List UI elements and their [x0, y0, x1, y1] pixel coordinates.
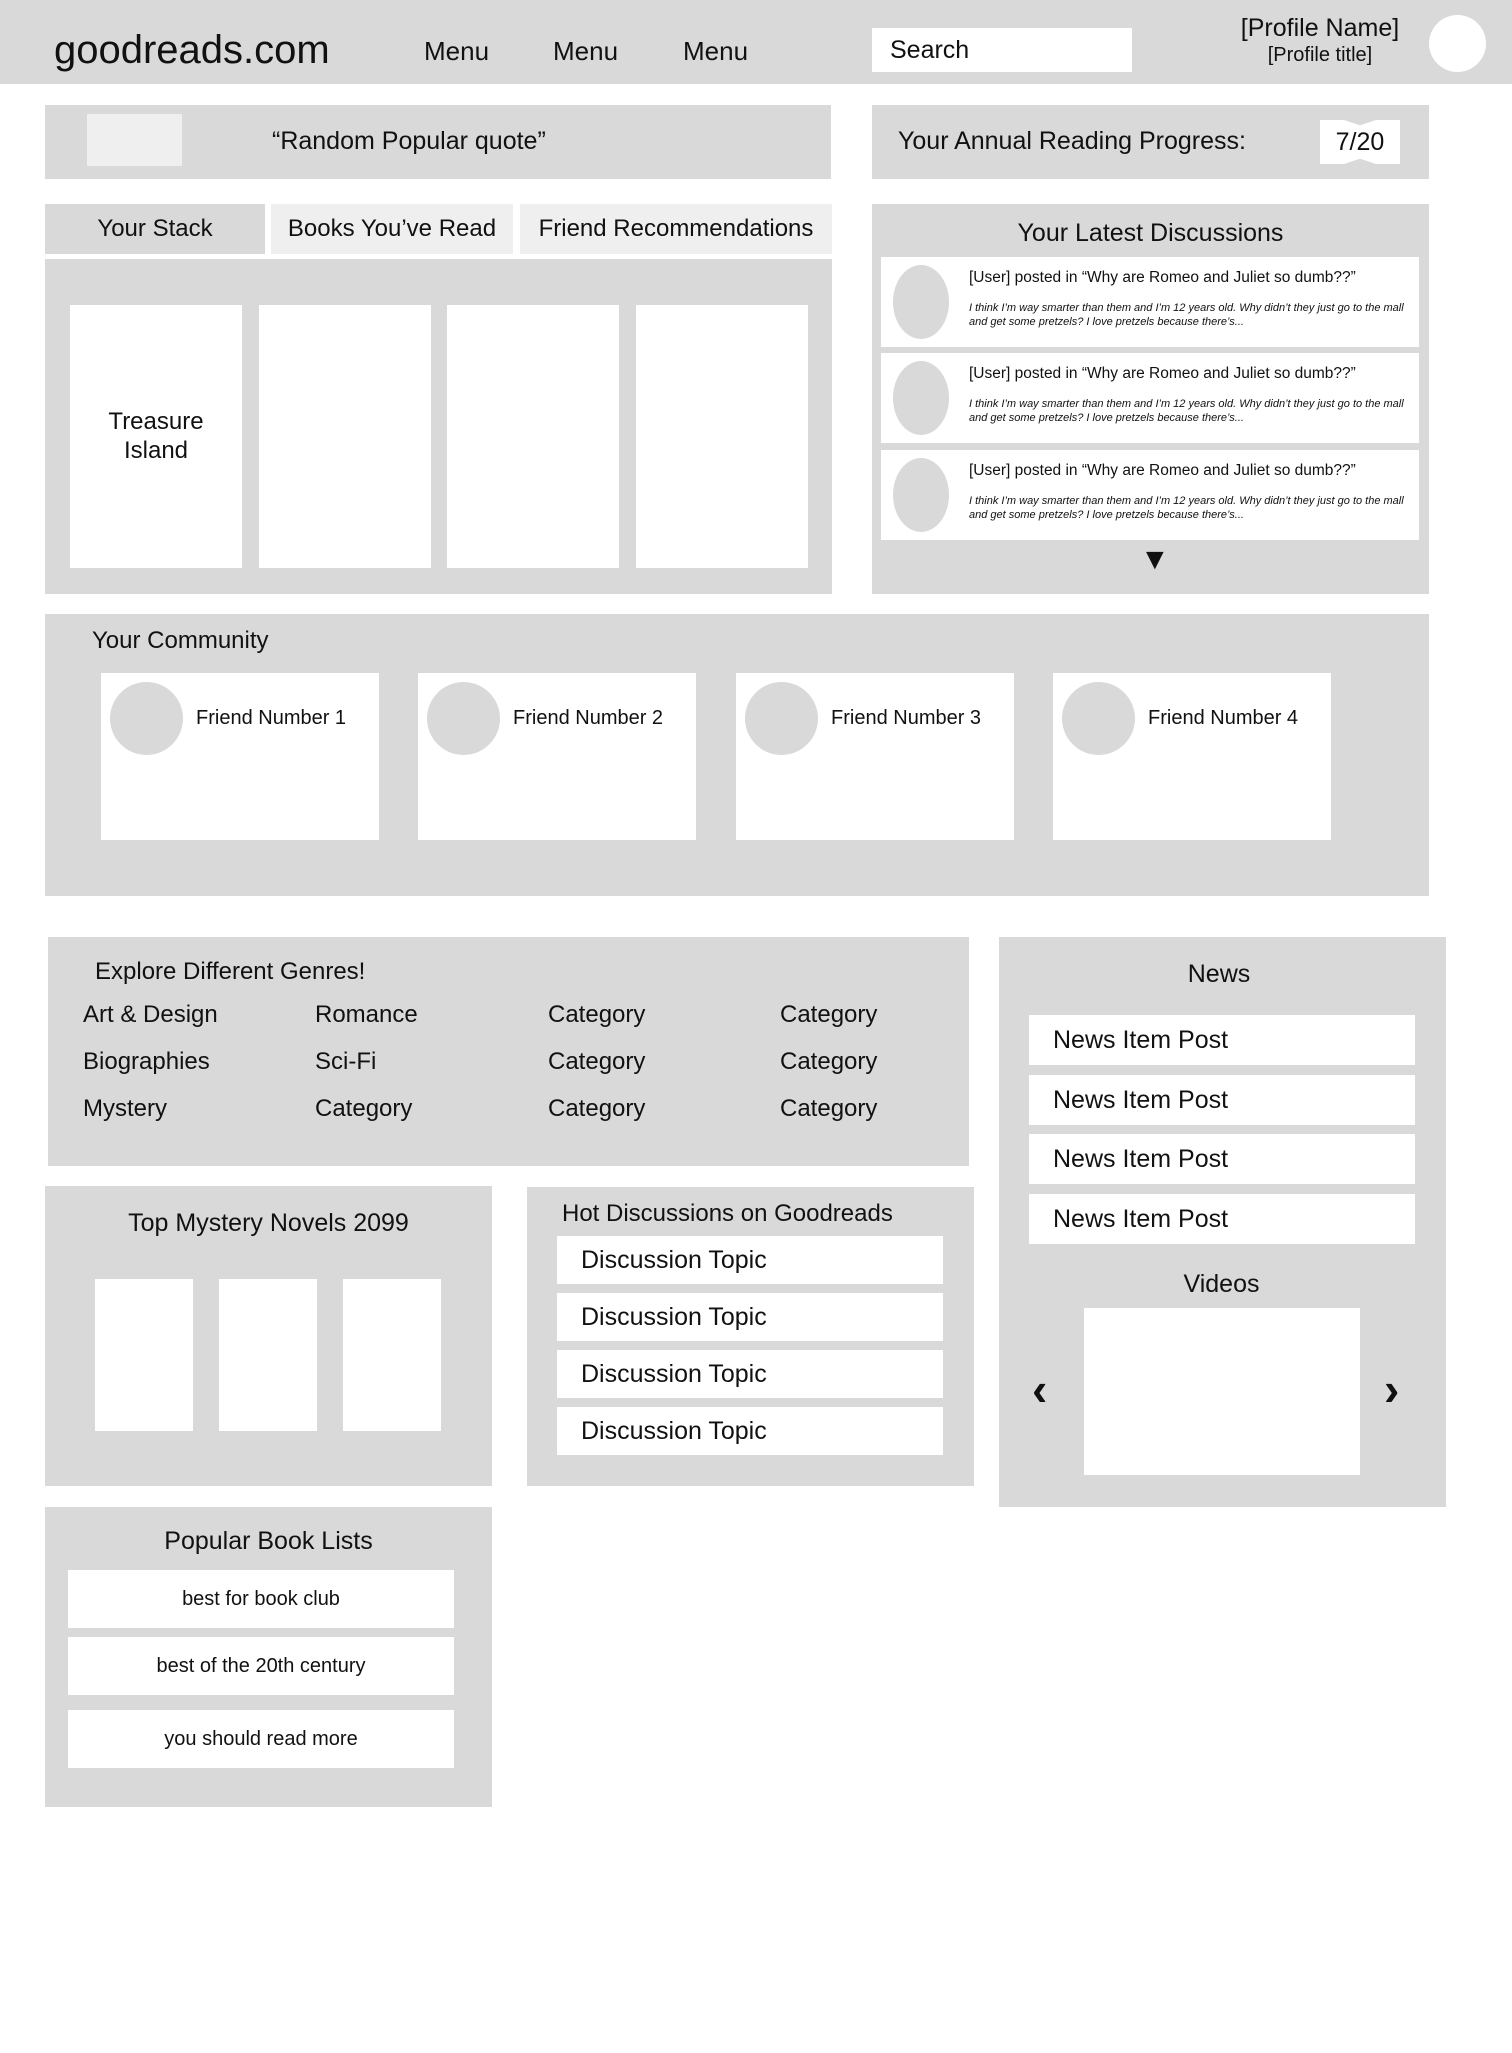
discussion-heading: [User] posted in “Why are Romeo and Juli…	[969, 462, 1356, 479]
tab-your-stack[interactable]: Your Stack	[45, 204, 265, 254]
friend-name: Friend Number 2	[513, 707, 664, 729]
news-item[interactable]: News Item Post	[1029, 1015, 1415, 1065]
profile-title: [Profile title]	[1267, 44, 1373, 66]
mystery-novels-title: Top Mystery Novels 2099	[128, 1209, 409, 1237]
user-avatar	[893, 458, 949, 532]
reading-progress-value[interactable]: 7/20	[1320, 120, 1400, 164]
friend-avatar	[745, 682, 818, 755]
user-avatar	[893, 361, 949, 435]
discussion-snippet: I think I’m way smarter than them and I’…	[969, 302, 1404, 328]
book-cover[interactable]	[95, 1279, 193, 1431]
genre-link[interactable]: Category	[780, 1048, 877, 1076]
book-list-item[interactable]: best of the 20th century	[68, 1637, 454, 1695]
popular-book-lists-title: Popular Book Lists	[164, 1527, 373, 1555]
discussion-topic[interactable]: Discussion Topic	[557, 1407, 943, 1455]
friend-card[interactable]: Friend Number 1	[101, 673, 379, 840]
discussion-snippet: I think I’m way smarter than them and I’…	[969, 495, 1404, 521]
genre-link[interactable]: Category	[780, 1095, 877, 1123]
discussion-topic[interactable]: Discussion Topic	[557, 1236, 943, 1284]
discussion-topic[interactable]: Discussion Topic	[557, 1350, 943, 1398]
genres-title: Explore Different Genres!	[95, 958, 366, 985]
genre-link[interactable]: Category	[780, 1001, 877, 1029]
friend-avatar	[110, 682, 183, 755]
discussion-item[interactable]: [User] posted in “Why are Romeo and Juli…	[881, 450, 1419, 540]
friend-name: Friend Number 3	[831, 707, 982, 729]
profile-name[interactable]: [Profile Name]	[1230, 14, 1410, 43]
videos-title: Videos	[1183, 1270, 1260, 1298]
genre-link[interactable]: Art & Design	[83, 1001, 218, 1029]
book-list-item[interactable]: you should read more	[68, 1710, 454, 1768]
discussion-snippet: I think I’m way smarter than them and I’…	[969, 398, 1404, 424]
nav-menu-3[interactable]: Menu	[683, 36, 748, 67]
nav-menu-2[interactable]: Menu	[553, 36, 618, 67]
discussion-heading: [User] posted in “Why are Romeo and Juli…	[969, 365, 1356, 382]
book-cover[interactable]: Treasure Island	[70, 305, 242, 568]
friend-name: Friend Number 4	[1148, 707, 1299, 729]
chevron-right-icon[interactable]: ›	[1384, 1362, 1399, 1416]
friend-card[interactable]: Friend Number 4	[1053, 673, 1331, 840]
genre-link[interactable]: Category	[315, 1095, 412, 1123]
discussion-heading: [User] posted in “Why are Romeo and Juli…	[969, 269, 1356, 286]
hot-discussions-title: Hot Discussions on Goodreads	[562, 1200, 893, 1227]
news-item[interactable]: News Item Post	[1029, 1134, 1415, 1184]
tab-books-read[interactable]: Books You’ve Read	[271, 204, 513, 254]
friend-avatar	[427, 682, 500, 755]
genre-link[interactable]: Category	[548, 1095, 645, 1123]
friend-name: Friend Number 1	[196, 707, 347, 729]
friend-card[interactable]: Friend Number 2	[418, 673, 696, 840]
genre-link[interactable]: Biographies	[83, 1048, 210, 1076]
discussion-item[interactable]: [User] posted in “Why are Romeo and Juli…	[881, 353, 1419, 443]
profile-avatar[interactable]	[1429, 15, 1486, 72]
expand-down-icon[interactable]: ▼	[1140, 543, 1170, 577]
book-cover[interactable]	[636, 305, 808, 568]
friend-avatar	[1062, 682, 1135, 755]
genre-link[interactable]: Sci-Fi	[315, 1048, 376, 1076]
community-title: Your Community	[92, 627, 269, 654]
chevron-left-icon[interactable]: ‹	[1032, 1362, 1047, 1416]
discussion-topic[interactable]: Discussion Topic	[557, 1293, 943, 1341]
news-item[interactable]: News Item Post	[1029, 1075, 1415, 1125]
book-cover[interactable]	[219, 1279, 317, 1431]
genre-link[interactable]: Category	[548, 1001, 645, 1029]
latest-discussions-title: Your Latest Discussions	[1017, 219, 1284, 247]
book-list-item[interactable]: best for book club	[68, 1570, 454, 1628]
video-player[interactable]	[1084, 1308, 1360, 1475]
news-item[interactable]: News Item Post	[1029, 1194, 1415, 1244]
nav-menu-1[interactable]: Menu	[424, 36, 489, 67]
genre-link[interactable]: Category	[548, 1048, 645, 1076]
user-avatar	[893, 265, 949, 339]
genre-link[interactable]: Mystery	[83, 1095, 167, 1123]
search-input[interactable]: Search	[872, 28, 1132, 72]
friend-card[interactable]: Friend Number 3	[736, 673, 1014, 840]
book-cover[interactable]	[343, 1279, 441, 1431]
genre-link[interactable]: Romance	[315, 1001, 418, 1029]
book-cover[interactable]	[447, 305, 619, 568]
discussion-item[interactable]: [User] posted in “Why are Romeo and Juli…	[881, 257, 1419, 347]
reading-progress-label: Your Annual Reading Progress:	[898, 127, 1246, 155]
news-title: News	[1187, 960, 1251, 988]
quote-image-placeholder	[87, 114, 182, 166]
book-cover[interactable]	[259, 305, 431, 568]
search-label: Search	[890, 35, 970, 64]
random-quote: “Random Popular quote”	[272, 127, 546, 155]
site-logo[interactable]: goodreads.com	[54, 28, 330, 73]
tab-friend-recommendations[interactable]: Friend Recommendations	[520, 204, 832, 254]
